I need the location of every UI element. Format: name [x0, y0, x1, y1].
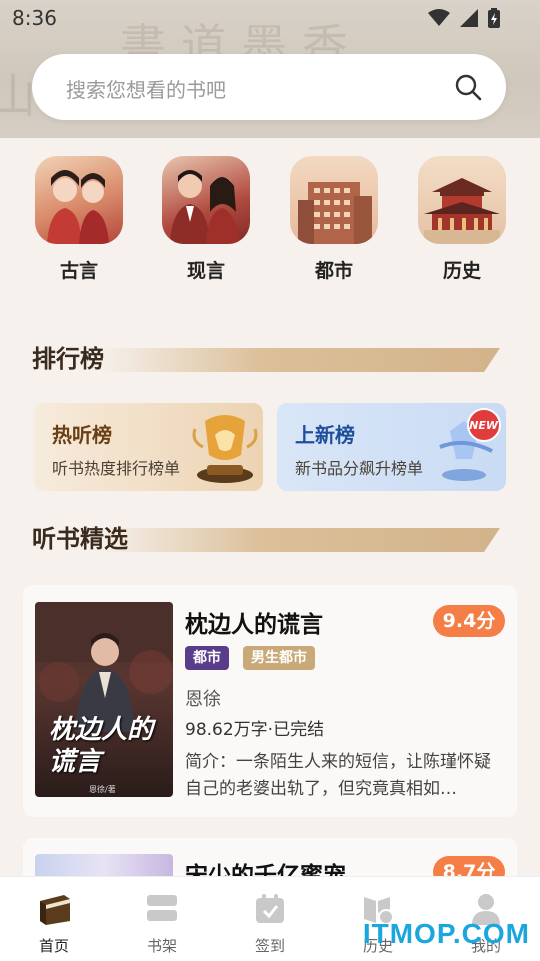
tab-bookshelf[interactable]: 书架 — [122, 893, 202, 956]
cover-title: 枕边人的谎言 — [49, 715, 154, 777]
palace-illustration-icon — [424, 178, 500, 244]
status-time: 8:36 — [12, 6, 57, 30]
category-thumb — [418, 156, 506, 244]
hot-listen-ranking-card[interactable]: 热听榜 听书热度排行榜单 — [34, 403, 263, 491]
search-icon[interactable] — [454, 73, 482, 101]
ranking-card-title: 上新榜 — [295, 423, 355, 447]
category-xian-yan[interactable]: 现言 — [158, 156, 254, 283]
tab-checkin[interactable]: 签到 — [230, 893, 310, 956]
ranking-card-subtitle: 听书热度排行榜单 — [52, 459, 181, 478]
ranking-section-title: 排行榜 — [32, 345, 104, 373]
book-author: 恩徐 — [185, 689, 221, 710]
section-decoration-bar — [100, 528, 500, 552]
category-label: 古言 — [59, 260, 98, 282]
category-label: 都市 — [314, 260, 353, 282]
building-illustration-icon — [298, 182, 372, 244]
tab-home[interactable]: 首页 — [14, 893, 94, 956]
wifi-icon — [428, 9, 450, 26]
ranking-card-subtitle: 新书品分飙升榜单 — [295, 459, 424, 478]
picks-section-title: 听书精选 — [32, 525, 128, 553]
category-thumb — [162, 156, 250, 244]
couple-illustration-icon — [170, 170, 240, 244]
book-meta: 98.62万字·已完结 — [185, 720, 325, 740]
status-bar: 8:36 — [0, 0, 540, 36]
signal-icon — [460, 9, 478, 27]
battery-icon — [488, 8, 500, 28]
tab-label: 首页 — [38, 937, 69, 955]
category-label: 现言 — [186, 260, 225, 282]
book-intro: 简介：一条陌生人来的短信，让陈瑾怀疑自己的老婆出轨了，但究竟真相如… — [185, 752, 491, 799]
book-icon — [40, 895, 70, 925]
category-row: 古言 现言 都市 历史 — [0, 156, 540, 286]
new-badge: NEW — [469, 419, 498, 432]
cover-author: 恩徐/著 — [89, 785, 116, 794]
bookshelf-icon — [147, 895, 177, 921]
category-thumb — [290, 156, 378, 244]
category-li-shi[interactable]: 历史 — [414, 156, 510, 283]
tab-label: 签到 — [254, 937, 285, 955]
site-watermark: ITMOP.COM — [362, 918, 530, 949]
category-gu-yan[interactable]: 古言 — [31, 156, 127, 283]
section-decoration-bar — [100, 348, 500, 372]
search-bar[interactable]: 搜索您想看的书吧 — [32, 54, 506, 120]
book-tag: 都市 — [185, 646, 229, 670]
couple-illustration-icon — [47, 170, 109, 244]
book-score-badge: 9.4分 — [433, 605, 505, 637]
book-cover[interactable]: 枕边人的谎言 恩徐/著 — [35, 602, 173, 797]
tab-label: 书架 — [146, 937, 177, 955]
ranking-card-title: 热听榜 — [52, 423, 112, 447]
new-books-ranking-card[interactable]: 上新榜 新书品分飙升榜单 NEW — [277, 403, 506, 491]
search-placeholder: 搜索您想看的书吧 — [66, 78, 226, 102]
calendar-check-icon — [256, 894, 284, 923]
category-thumb — [35, 156, 123, 244]
book-tag: 男生都市 — [243, 646, 315, 670]
category-du-shi[interactable]: 都市 — [286, 156, 382, 283]
book-card[interactable]: 枕边人的谎言 恩徐/著 枕边人的谎言 9.4分 都市 男生都市 恩徐 98.62… — [23, 585, 517, 817]
trophy-icon — [192, 415, 258, 483]
category-label: 历史 — [442, 260, 481, 282]
book-title[interactable]: 枕边人的谎言 — [185, 605, 323, 639]
